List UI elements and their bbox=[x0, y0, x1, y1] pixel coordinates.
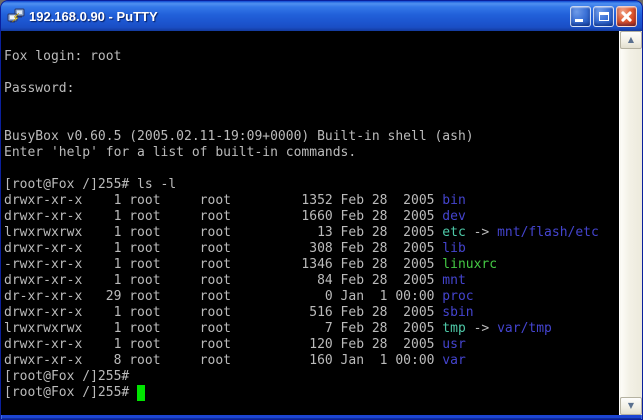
scrollbar-up-button[interactable]: ▲ bbox=[620, 31, 642, 49]
terminal-cursor bbox=[137, 385, 145, 401]
window-title: 192.168.0.90 - PuTTY bbox=[29, 9, 570, 24]
terminal-line bbox=[4, 65, 619, 81]
chevron-down-icon: ▼ bbox=[628, 402, 634, 410]
terminal-line: Password: bbox=[4, 81, 619, 97]
terminal-line: dr-xr-xr-x 29 root root 0 Jan 1 00:00 pr… bbox=[4, 289, 619, 305]
close-button[interactable] bbox=[616, 6, 637, 27]
terminal-line: drwxr-xr-x 1 root root 516 Feb 28 2005 s… bbox=[4, 305, 619, 321]
minimize-icon bbox=[575, 19, 583, 22]
terminal-line: drwxr-xr-x 8 root root 160 Jan 1 00:00 v… bbox=[4, 353, 619, 369]
terminal-line bbox=[4, 97, 619, 113]
terminal-screen[interactable]: Fox login: root Password: BusyBox v0.60.… bbox=[1, 31, 619, 415]
maximize-icon bbox=[599, 12, 609, 21]
terminal-line: Fox login: root bbox=[4, 49, 619, 65]
terminal-line: [root@Fox /]255# bbox=[4, 385, 619, 401]
terminal-line bbox=[4, 113, 619, 129]
window-controls bbox=[570, 6, 637, 27]
terminal-line: drwxr-xr-x 1 root root 1352 Feb 28 2005 … bbox=[4, 193, 619, 209]
terminal-line: [root@Fox /]255# bbox=[4, 369, 619, 385]
terminal-line: lrwxrwxrwx 1 root root 13 Feb 28 2005 et… bbox=[4, 225, 619, 241]
putty-app-icon[interactable] bbox=[7, 8, 25, 24]
terminal-line: drwxr-xr-x 1 root root 308 Feb 28 2005 l… bbox=[4, 241, 619, 257]
terminal-line: BusyBox v0.60.5 (2005.02.11-19:09+0000) … bbox=[4, 129, 619, 145]
chevron-up-icon: ▲ bbox=[628, 36, 634, 44]
terminal-line: Enter 'help' for a list of built-in comm… bbox=[4, 145, 619, 161]
scrollbar-thumb[interactable] bbox=[620, 49, 642, 397]
scrollbar[interactable]: ▲ ▼ bbox=[619, 31, 642, 415]
terminal-line: drwxr-xr-x 1 root root 84 Feb 28 2005 mn… bbox=[4, 273, 619, 289]
terminal-line bbox=[4, 161, 619, 177]
terminal-body: Fox login: root Password: BusyBox v0.60.… bbox=[1, 31, 642, 415]
terminal-line: -rwxr-xr-x 1 root root 1346 Feb 28 2005 … bbox=[4, 257, 619, 273]
scrollbar-down-button[interactable]: ▼ bbox=[620, 397, 642, 415]
maximize-button[interactable] bbox=[593, 6, 614, 27]
putty-window: 192.168.0.90 - PuTTY Fox login: root Pas… bbox=[0, 0, 643, 420]
minimize-button[interactable] bbox=[570, 6, 591, 27]
terminal-line: lrwxrwxrwx 1 root root 7 Feb 28 2005 tmp… bbox=[4, 321, 619, 337]
terminal-line: [root@Fox /]255# ls -l bbox=[4, 177, 619, 193]
terminal-line: drwxr-xr-x 1 root root 1660 Feb 28 2005 … bbox=[4, 209, 619, 225]
terminal-line: drwxr-xr-x 1 root root 120 Feb 28 2005 u… bbox=[4, 337, 619, 353]
terminal-line bbox=[4, 33, 619, 49]
titlebar[interactable]: 192.168.0.90 - PuTTY bbox=[1, 1, 642, 31]
